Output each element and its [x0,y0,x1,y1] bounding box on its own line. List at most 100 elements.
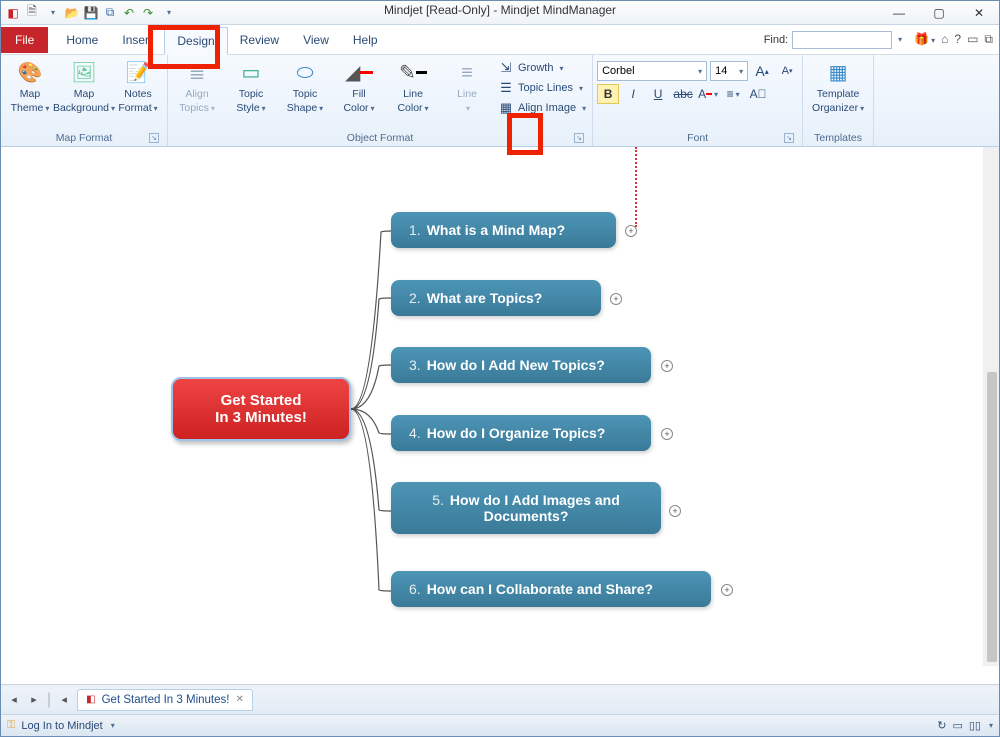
strikethrough-button[interactable]: abc [672,84,694,104]
object-format-dialog-launcher[interactable]: ↘ [574,133,584,143]
vertical-scroll-thumb[interactable] [987,372,997,662]
tab-view[interactable]: View [291,27,341,53]
group-object-format: ≣ Align Topics▾ ▭ Topic Style▾ ⬭ Topic S… [168,55,593,146]
view-icon-1[interactable]: ▭ [952,719,962,732]
find-input[interactable] [792,31,892,49]
clear-format-button[interactable]: A⃠ [747,84,769,104]
expander-5[interactable]: + [669,505,681,517]
map-theme-button[interactable]: 🎨 Map Theme▾ [5,57,55,114]
tab-nav-first-icon[interactable]: ◂ [57,693,71,707]
minimize-button[interactable]: — [879,1,919,25]
tab-nav-left-icon[interactable]: ◂ [7,693,21,707]
document-tab-title: Get Started In 3 Minutes! [102,694,230,706]
expander-3[interactable]: + [661,360,673,372]
gift-icon[interactable]: 🎁▾ [914,32,935,47]
tab-app-icon: ◧ [86,694,95,705]
maximize-button[interactable]: ▢ [919,1,959,25]
topic-5[interactable]: 5.How do I Add Images and Documents? [391,482,661,534]
find-zone: Find: ▾ [764,31,908,49]
save-icon[interactable]: 💾 [83,5,99,21]
group-label-font: Font ↘ [597,130,798,146]
login-link[interactable]: Log In to Mindjet [21,720,102,732]
close-tab-icon[interactable]: ✕ [235,694,243,705]
new-icon[interactable]: 🗎 [24,5,40,21]
group-templates: ▦ Template Organizer▾ Templates [803,55,874,146]
align-image-button[interactable]: ▦Align Image▾ [496,99,588,117]
new-dropdown-icon[interactable]: ▾ [45,5,61,21]
refresh-icon[interactable]: ↻ [937,719,946,732]
root-topic[interactable]: Get Started In 3 Minutes! [171,377,351,441]
shrink-font-button[interactable]: A▾ [776,61,798,81]
line-icon: ≡ [453,59,481,87]
notes-format-button[interactable]: 📝 Notes Format▾ [113,57,163,114]
tab-review[interactable]: Review [228,27,291,53]
topic-3[interactable]: 3.How do I Add New Topics? [391,347,651,383]
line-color-button[interactable]: ✎ Line Color▾ [388,57,438,114]
callout-dotted-line [635,147,637,227]
view-icon-2[interactable]: ▯▯ [969,719,981,732]
save-all-icon[interactable]: ⧉ [102,5,118,21]
expander-4[interactable]: + [661,428,673,440]
tab-nav-right-icon[interactable]: ▸ [27,693,41,707]
topic-2[interactable]: 2.What are Topics? [391,280,601,316]
underline-button[interactable]: U [647,84,669,104]
tab-home[interactable]: Home [54,27,110,53]
font-name-combo[interactable]: Corbel▾ [597,61,707,81]
topic-style-button[interactable]: ▭ Topic Style▾ [226,57,276,114]
italic-button[interactable]: I [622,84,644,104]
help-circle-icon[interactable]: ? [954,32,961,47]
nav-up-icon[interactable]: ⌂ [941,32,948,47]
app-icon: ◧ [5,5,21,21]
shape-icon: ⬭ [291,59,319,87]
redo-icon[interactable]: ↷ [140,5,156,21]
topic-shape-button[interactable]: ⬭ Topic Shape▾ [280,57,330,114]
group-map-format: 🎨 Map Theme▾ 🖼 Map Background▾ 📝 Notes F… [1,55,168,146]
fill-color-button[interactable]: ◢ Fill Color▾ [334,57,384,114]
align-topics-button[interactable]: ≣ Align Topics▾ [172,57,222,114]
customize-qat-dropdown-icon[interactable]: ▾ [161,5,177,21]
topic-lines-button[interactable]: ☰Topic Lines▾ [496,79,588,97]
minimize-ribbon-icon[interactable]: ▭ [967,32,978,47]
find-dropdown-icon[interactable]: ▾ [898,35,902,44]
expander-1[interactable]: + [625,225,637,237]
vertical-scrollbar[interactable] [983,147,999,666]
document-tab[interactable]: ◧ Get Started In 3 Minutes! ✕ [77,689,253,711]
topic-6[interactable]: 6.How can I Collaborate and Share? [391,571,711,607]
mindmap-canvas[interactable]: Get Started In 3 Minutes! 1.What is a Mi… [1,147,999,682]
template-icon: ▦ [824,59,852,87]
expander-6[interactable]: + [721,584,733,596]
font-color-button[interactable]: A▾ [697,84,719,104]
login-dropdown-icon[interactable]: ▾ [111,721,115,730]
quick-access-toolbar: ◧ 🗎 ▾ 📂 💾 ⧉ ↶ ↷ ▾ [1,1,999,25]
tab-insert[interactable]: Insert [110,27,164,53]
font-size-combo[interactable]: 14▾ [710,61,748,81]
file-tab[interactable]: File [1,27,48,53]
map-background-button[interactable]: 🖼 Map Background▾ [59,57,109,114]
line-button[interactable]: ≡ Line ▾ [442,57,492,114]
bold-button[interactable]: B [597,84,619,104]
group-label-templates: Templates [807,130,869,146]
tab-help[interactable]: Help [341,27,390,53]
grow-font-button[interactable]: A▴ [751,61,773,81]
tab-design[interactable]: Design [164,27,227,55]
expand-ribbon-icon[interactable]: ⧉ [984,32,993,47]
growth-button[interactable]: ⇲Growth▾ [496,59,588,77]
group-label-map-format: Map Format ↘ [5,130,163,146]
view-dropdown-icon[interactable]: ▾ [989,721,993,730]
topic-lines-icon: ☰ [498,80,514,96]
align-icon: ≣ [183,59,211,87]
font-dialog-launcher[interactable]: ↘ [784,133,794,143]
topic-4[interactable]: 4.How do I Organize Topics? [391,415,651,451]
ribbon: 🎨 Map Theme▾ 🖼 Map Background▾ 📝 Notes F… [1,55,999,147]
undo-icon[interactable]: ↶ [121,5,137,21]
map-format-dialog-launcher[interactable]: ↘ [149,133,159,143]
close-button[interactable]: ✕ [959,1,999,25]
template-organizer-button[interactable]: ▦ Template Organizer▾ [807,57,869,114]
open-icon[interactable]: 📂 [64,5,80,21]
root-line1: Get Started [221,392,302,409]
topic-1[interactable]: 1.What is a Mind Map? [391,212,616,248]
expander-2[interactable]: + [610,293,622,305]
mindmap-canvas-wrapper: Get Started In 3 Minutes! 1.What is a Mi… [1,147,999,682]
align-left-button[interactable]: ≡▾ [722,84,744,104]
group-font: Corbel▾ 14▾ A▴ A▾ B I U abc A▾ ≡▾ A⃠ Fon… [593,55,803,146]
